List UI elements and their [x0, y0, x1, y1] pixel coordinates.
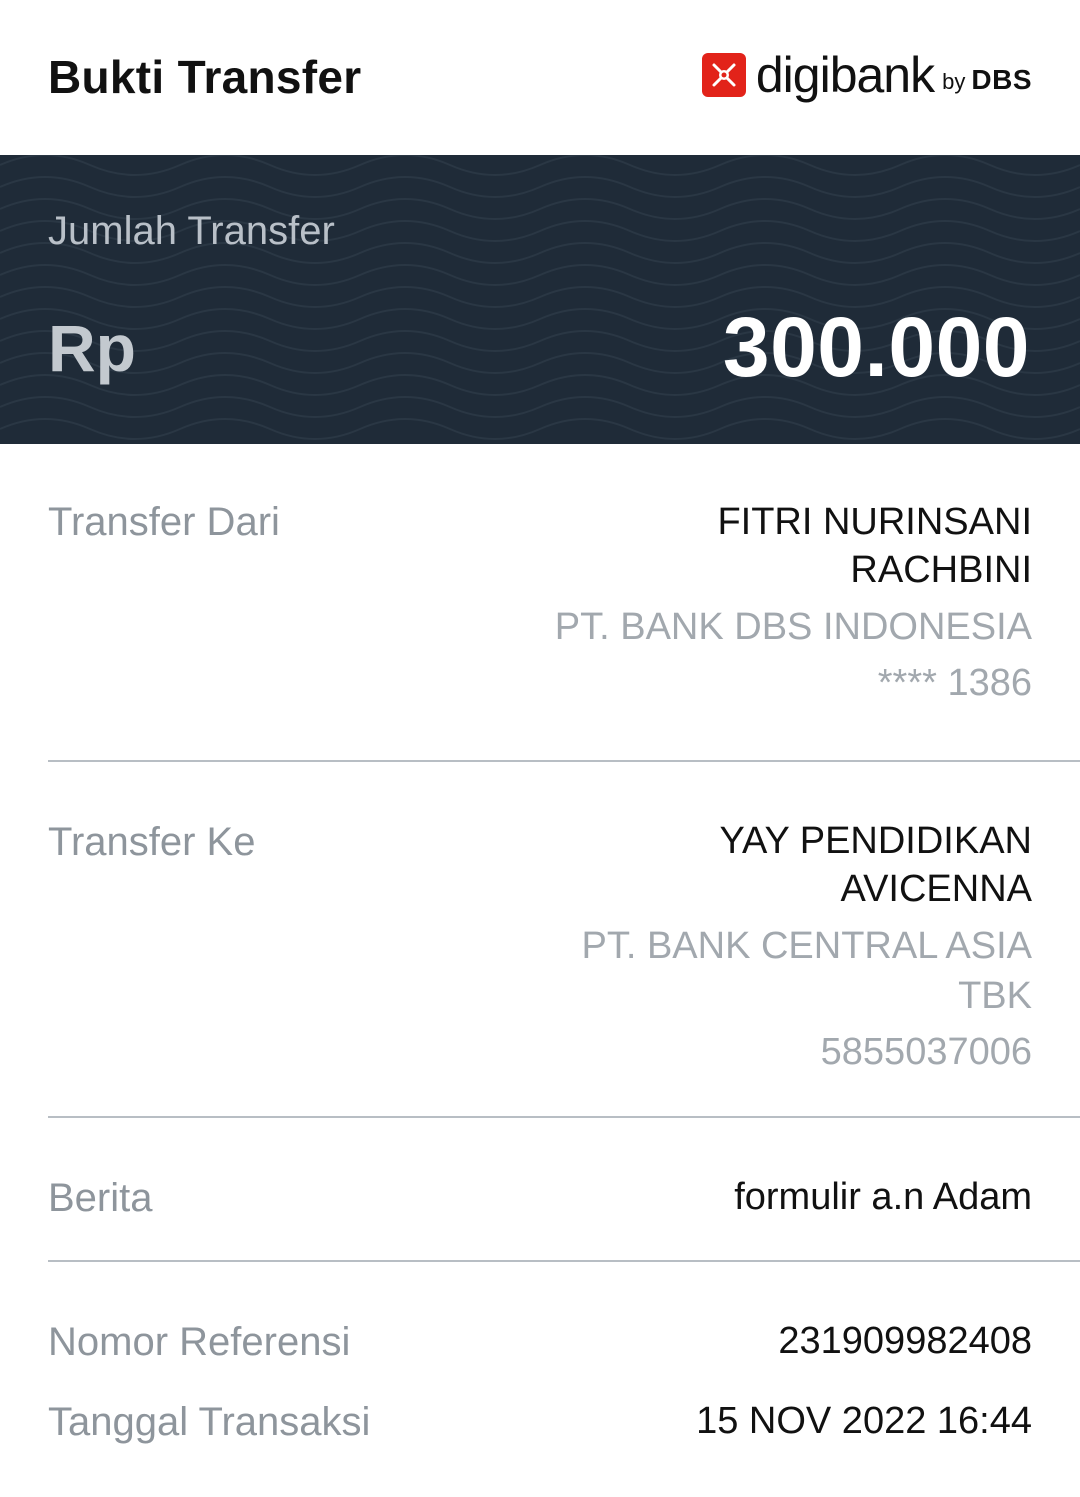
reference-value: 231909982408: [778, 1320, 1032, 1362]
divider: [48, 1260, 1080, 1262]
transfer-to-details: YAY PENDIDIKAN AVICENNA PT. BANK CENTRAL…: [472, 817, 1032, 1077]
reference-details: 231909982408: [472, 1317, 1032, 1365]
recipient-name-line1: YAY PENDIDIKAN: [719, 820, 1032, 862]
sender-account: **** 1386: [877, 662, 1032, 704]
recipient-account: 5855037006: [820, 1031, 1032, 1073]
amount-band: Jumlah Transfer Rp 300.000: [0, 155, 1080, 444]
recipient-name-line2: AVICENNA: [840, 868, 1032, 910]
transaction-date-value: 15 NOV 2022 16:44: [696, 1400, 1032, 1442]
sender-name-line1: FITRI NURINSANI: [717, 501, 1032, 543]
page-title: Bukti Transfer: [48, 51, 362, 103]
transaction-date-label: Tanggal Transaksi: [48, 1400, 371, 1444]
message-details: formulir a.n Adam: [472, 1173, 1032, 1221]
sender-name-line2: RACHBINI: [850, 549, 1032, 591]
message-value: formulir a.n Adam: [734, 1176, 1032, 1218]
amount-currency: Rp: [48, 311, 136, 385]
transfer-to-label: Transfer Ke: [48, 820, 256, 864]
recipient-bank-line1: PT. BANK CENTRAL ASIA: [581, 925, 1032, 967]
recipient-bank-line2: TBK: [958, 975, 1032, 1017]
divider: [48, 1116, 1080, 1118]
reference-label: Nomor Referensi: [48, 1320, 351, 1364]
logo-brand-text: DBS: [971, 64, 1032, 95]
divider: [48, 760, 1080, 762]
amount-label: Jumlah Transfer: [48, 209, 335, 253]
receipt-header: Bukti Transfer digibank by DBS: [0, 0, 1080, 155]
digibank-logo: digibank by DBS: [700, 45, 1032, 105]
transaction-date-details: 15 NOV 2022 16:44: [472, 1397, 1032, 1445]
sender-bank: PT. BANK DBS INDONESIA: [554, 606, 1032, 648]
dbs-star-logo-icon: [701, 53, 746, 97]
transfer-from-details: FITRI NURINSANI RACHBINI PT. BANK DBS IN…: [472, 498, 1032, 708]
transfer-from-label: Transfer Dari: [48, 500, 280, 544]
logo-by-text: by: [942, 69, 966, 94]
amount-value: 300.000: [722, 300, 1030, 394]
message-label: Berita: [48, 1176, 153, 1220]
logo-wordmark: digibank: [755, 47, 935, 103]
